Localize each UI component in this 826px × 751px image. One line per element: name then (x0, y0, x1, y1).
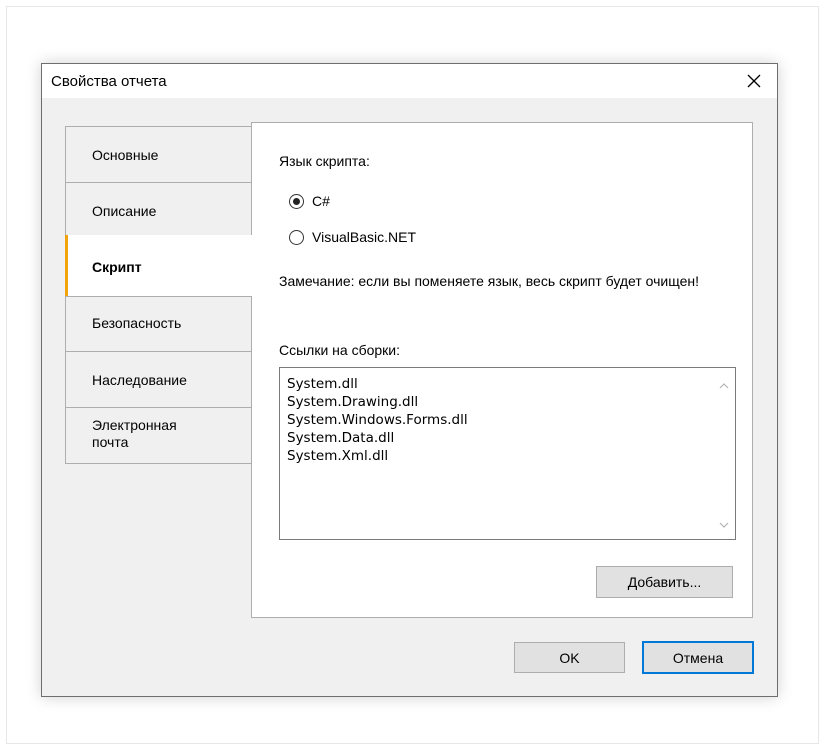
list-item[interactable]: System.Data.dll (287, 429, 468, 447)
tab-label: Основные (92, 147, 159, 163)
tab-label: Безопасность (92, 315, 182, 331)
tab-label: Скрипт (92, 259, 142, 275)
radio-vbnet-label: VisualBasic.NET (312, 229, 417, 245)
script-tab-panel: Язык скрипта: C# VisualBasic.NET Замечан… (251, 122, 753, 618)
tab-inheritance[interactable]: Наследование (65, 351, 252, 408)
tab-script[interactable]: Скрипт (65, 235, 252, 296)
script-language-label: Язык скрипта: (279, 153, 370, 169)
tab-label: Описание (92, 203, 157, 219)
assemblies-label: Ссылки на сборки: (279, 342, 401, 358)
radio-button-unchecked[interactable] (289, 229, 304, 245)
add-assembly-button[interactable]: Добавить... (596, 566, 733, 598)
list-item[interactable]: System.dll (287, 375, 468, 393)
close-button[interactable] (731, 64, 777, 98)
ok-button[interactable]: OK (514, 642, 625, 673)
report-properties-dialog: Свойства отчета Основные Описание Скрипт… (41, 63, 778, 697)
title-bar: Свойства отчета (42, 64, 777, 98)
tab-description[interactable]: Описание (65, 182, 252, 239)
list-item[interactable]: System.Windows.Forms.dll (287, 411, 468, 429)
radio-csharp-label: C# (312, 193, 330, 209)
radio-csharp[interactable]: C# (289, 193, 330, 209)
tab-label: Наследование (92, 372, 187, 388)
scroll-down-icon[interactable] (719, 519, 729, 531)
scroll-up-icon[interactable] (719, 380, 729, 392)
dialog-title: Свойства отчета (51, 73, 167, 90)
assemblies-listbox[interactable]: System.dll System.Drawing.dll System.Win… (279, 367, 736, 540)
radio-vbnet[interactable]: VisualBasic.NET (289, 229, 416, 245)
cancel-button[interactable]: Отмена (642, 641, 754, 674)
radio-button-checked[interactable] (289, 193, 304, 209)
list-item[interactable]: System.Drawing.dll (287, 393, 468, 411)
tab-label: Электронная почта (92, 417, 177, 450)
tab-email[interactable]: Электронная почта (65, 407, 252, 464)
language-change-note: Замечание: если вы поменяете язык, весь … (279, 273, 700, 289)
close-icon (747, 74, 761, 88)
list-item[interactable]: System.Xml.dll (287, 447, 468, 465)
tab-security[interactable]: Безопасность (65, 296, 252, 352)
tab-general[interactable]: Основные (65, 126, 252, 183)
assemblies-list: System.dll System.Drawing.dll System.Win… (287, 375, 468, 465)
